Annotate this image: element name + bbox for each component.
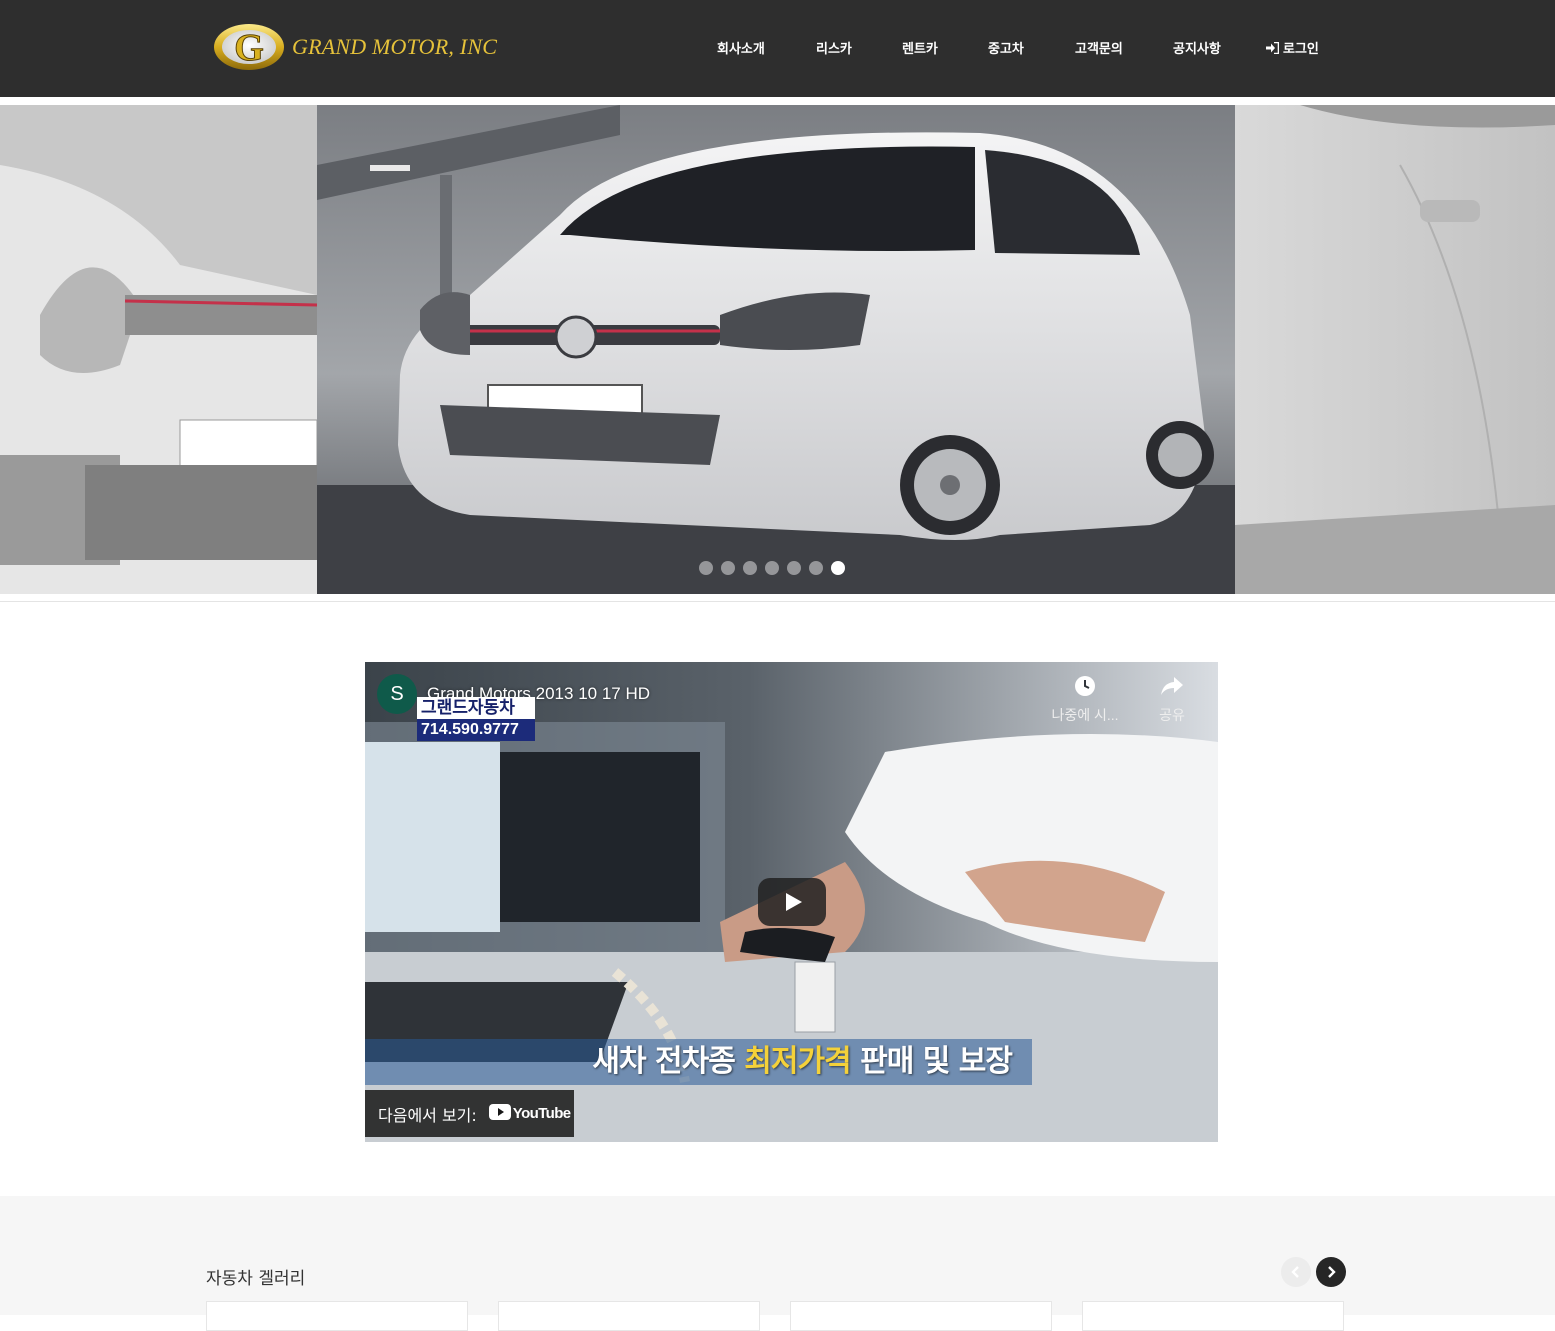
gallery-prev-button[interactable]	[1281, 1257, 1311, 1287]
gallery-card[interactable]	[790, 1301, 1052, 1331]
clock-icon	[1073, 676, 1097, 701]
gallery-next-button[interactable]	[1316, 1257, 1346, 1287]
nav-item-about[interactable]: 회사소개	[717, 38, 765, 57]
watch-on-youtube-button[interactable]: 다음에서 보기: YouTube	[365, 1090, 574, 1137]
sign-in-icon	[1266, 41, 1280, 58]
slider-dot[interactable]	[809, 561, 823, 575]
gallery-card[interactable]	[498, 1301, 760, 1331]
video-brand-name: 그랜드자동차	[421, 698, 515, 718]
slider-dot[interactable]	[831, 561, 845, 575]
watch-later-label: 나중에 시...	[1051, 707, 1119, 723]
gallery-card[interactable]	[206, 1301, 468, 1331]
slider-dot[interactable]	[699, 561, 713, 575]
slider-dot[interactable]	[765, 561, 779, 575]
hero-top-gap	[0, 97, 1555, 105]
logo-emblem: G	[212, 22, 286, 72]
video-caption: 새차 전차종 최저가격 판매 및 보장	[365, 1039, 1032, 1085]
video-brand-phone: 714.590.9777	[417, 719, 535, 741]
share-label: 공유	[1159, 707, 1185, 723]
youtube-icon	[488, 1103, 511, 1124]
gallery-title: 자동차 겔러리	[206, 1269, 306, 1289]
brand-name: GRAND MOTOR, INC	[292, 34, 498, 59]
slider-dot[interactable]	[787, 561, 801, 575]
nav-item-rental[interactable]: 렌트카	[902, 38, 938, 57]
nav-item-notices[interactable]: 공지사항	[1173, 38, 1221, 57]
youtube-logo: YouTube	[488, 1103, 571, 1124]
brand-logo[interactable]: G GRAND MOTOR, INC	[212, 22, 497, 72]
youtube-video-embed[interactable]: S Grand Motors 2013 10 17 HD 그랜드자동차 714.…	[365, 662, 1218, 1142]
caption-highlight: 최저가격	[744, 1044, 851, 1079]
youtube-wordmark: YouTube	[512, 1105, 571, 1122]
slider-dots	[699, 561, 845, 575]
hero-divider	[0, 601, 1555, 602]
nav-item-contact[interactable]: 고객문의	[1075, 38, 1123, 57]
slider-dot[interactable]	[721, 561, 735, 575]
nav-item-login[interactable]: 로그인	[1266, 38, 1319, 58]
share-icon	[1159, 677, 1185, 701]
caption-text-1: 새차 전차종	[592, 1044, 745, 1079]
play-button[interactable]	[758, 878, 826, 926]
login-label: 로그인	[1283, 42, 1319, 57]
channel-avatar[interactable]: S	[377, 674, 417, 714]
chevron-right-icon	[1316, 1266, 1346, 1291]
logo-letter: G	[234, 27, 264, 69]
car-gallery-section: 자동차 겔러리	[0, 1196, 1555, 1331]
hero-slider[interactable]	[0, 105, 1555, 594]
watch-later-button[interactable]: 나중에 시...	[1048, 674, 1122, 725]
site-header: G GRAND MOTOR, INC 회사소개 리스카 렌트카 중고차 고객문의…	[0, 0, 1555, 97]
share-button[interactable]: 공유	[1150, 674, 1194, 725]
nav-item-lease[interactable]: 리스카	[816, 38, 852, 57]
video-brand-overlay: 그랜드자동차 714.590.9777	[417, 697, 535, 741]
gallery-card[interactable]	[1082, 1301, 1344, 1331]
watch-on-label: 다음에서 보기:	[378, 1105, 477, 1125]
slider-dot[interactable]	[743, 561, 757, 575]
caption-text-2: 판매 및 보장	[850, 1044, 1013, 1079]
chevron-left-icon	[1281, 1266, 1311, 1291]
hero-slide-image	[0, 105, 1555, 594]
nav-item-used-cars[interactable]: 중고차	[988, 38, 1024, 57]
